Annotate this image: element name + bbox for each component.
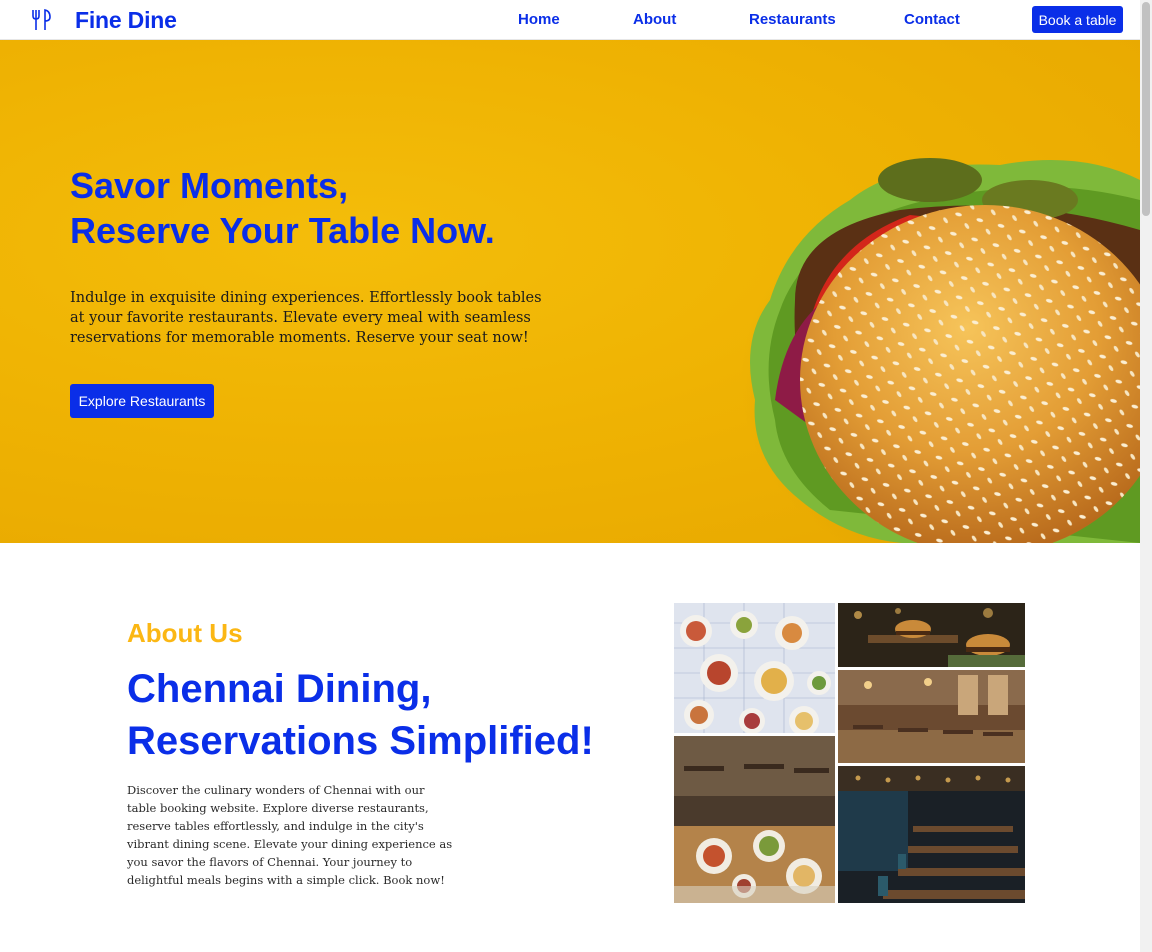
burger-tray-photo [838, 603, 1025, 667]
about-description: Discover the culinary wonders of Chennai… [127, 783, 453, 887]
brand-name[interactable]: Fine Dine [75, 7, 177, 34]
dark-restaurant-photo [838, 766, 1025, 903]
fork-knife-icon[interactable] [30, 8, 52, 32]
restaurant-table-food-photo [674, 736, 835, 903]
page-scrollbar[interactable] [1140, 0, 1152, 952]
book-table-button[interactable]: Book a table [1032, 6, 1123, 33]
hero-title-line2: Reserve Your Table Now. [70, 210, 495, 251]
about-title-line2: Reservations Simplified! [127, 719, 594, 763]
nav-home[interactable]: Home [518, 11, 560, 28]
scrollbar-thumb[interactable] [1142, 2, 1150, 216]
hero-title-line1: Savor Moments, [70, 165, 349, 206]
restaurant-interior-photo [838, 670, 1025, 763]
nav-restaurants[interactable]: Restaurants [749, 11, 836, 28]
about-title: Chennai Dining, Reservations Simplified! [127, 663, 647, 767]
about-label: About Us [127, 618, 243, 648]
nav-contact[interactable]: Contact [904, 11, 960, 28]
navbar: Fine Dine Home About Restaurants Contact… [0, 0, 1140, 40]
hero-title: Savor Moments, Reserve Your Table Now. [70, 163, 690, 253]
hero-description: Indulge in exquisite dining experiences.… [70, 290, 542, 346]
nav-about[interactable]: About [633, 11, 676, 28]
food-table-photo [674, 603, 835, 733]
hero-section: Savor Moments, Reserve Your Table Now. I… [0, 40, 1140, 543]
explore-restaurants-button[interactable]: Explore Restaurants [70, 384, 214, 418]
about-title-line1: Chennai Dining, [127, 667, 432, 711]
burger-image [700, 140, 1140, 543]
